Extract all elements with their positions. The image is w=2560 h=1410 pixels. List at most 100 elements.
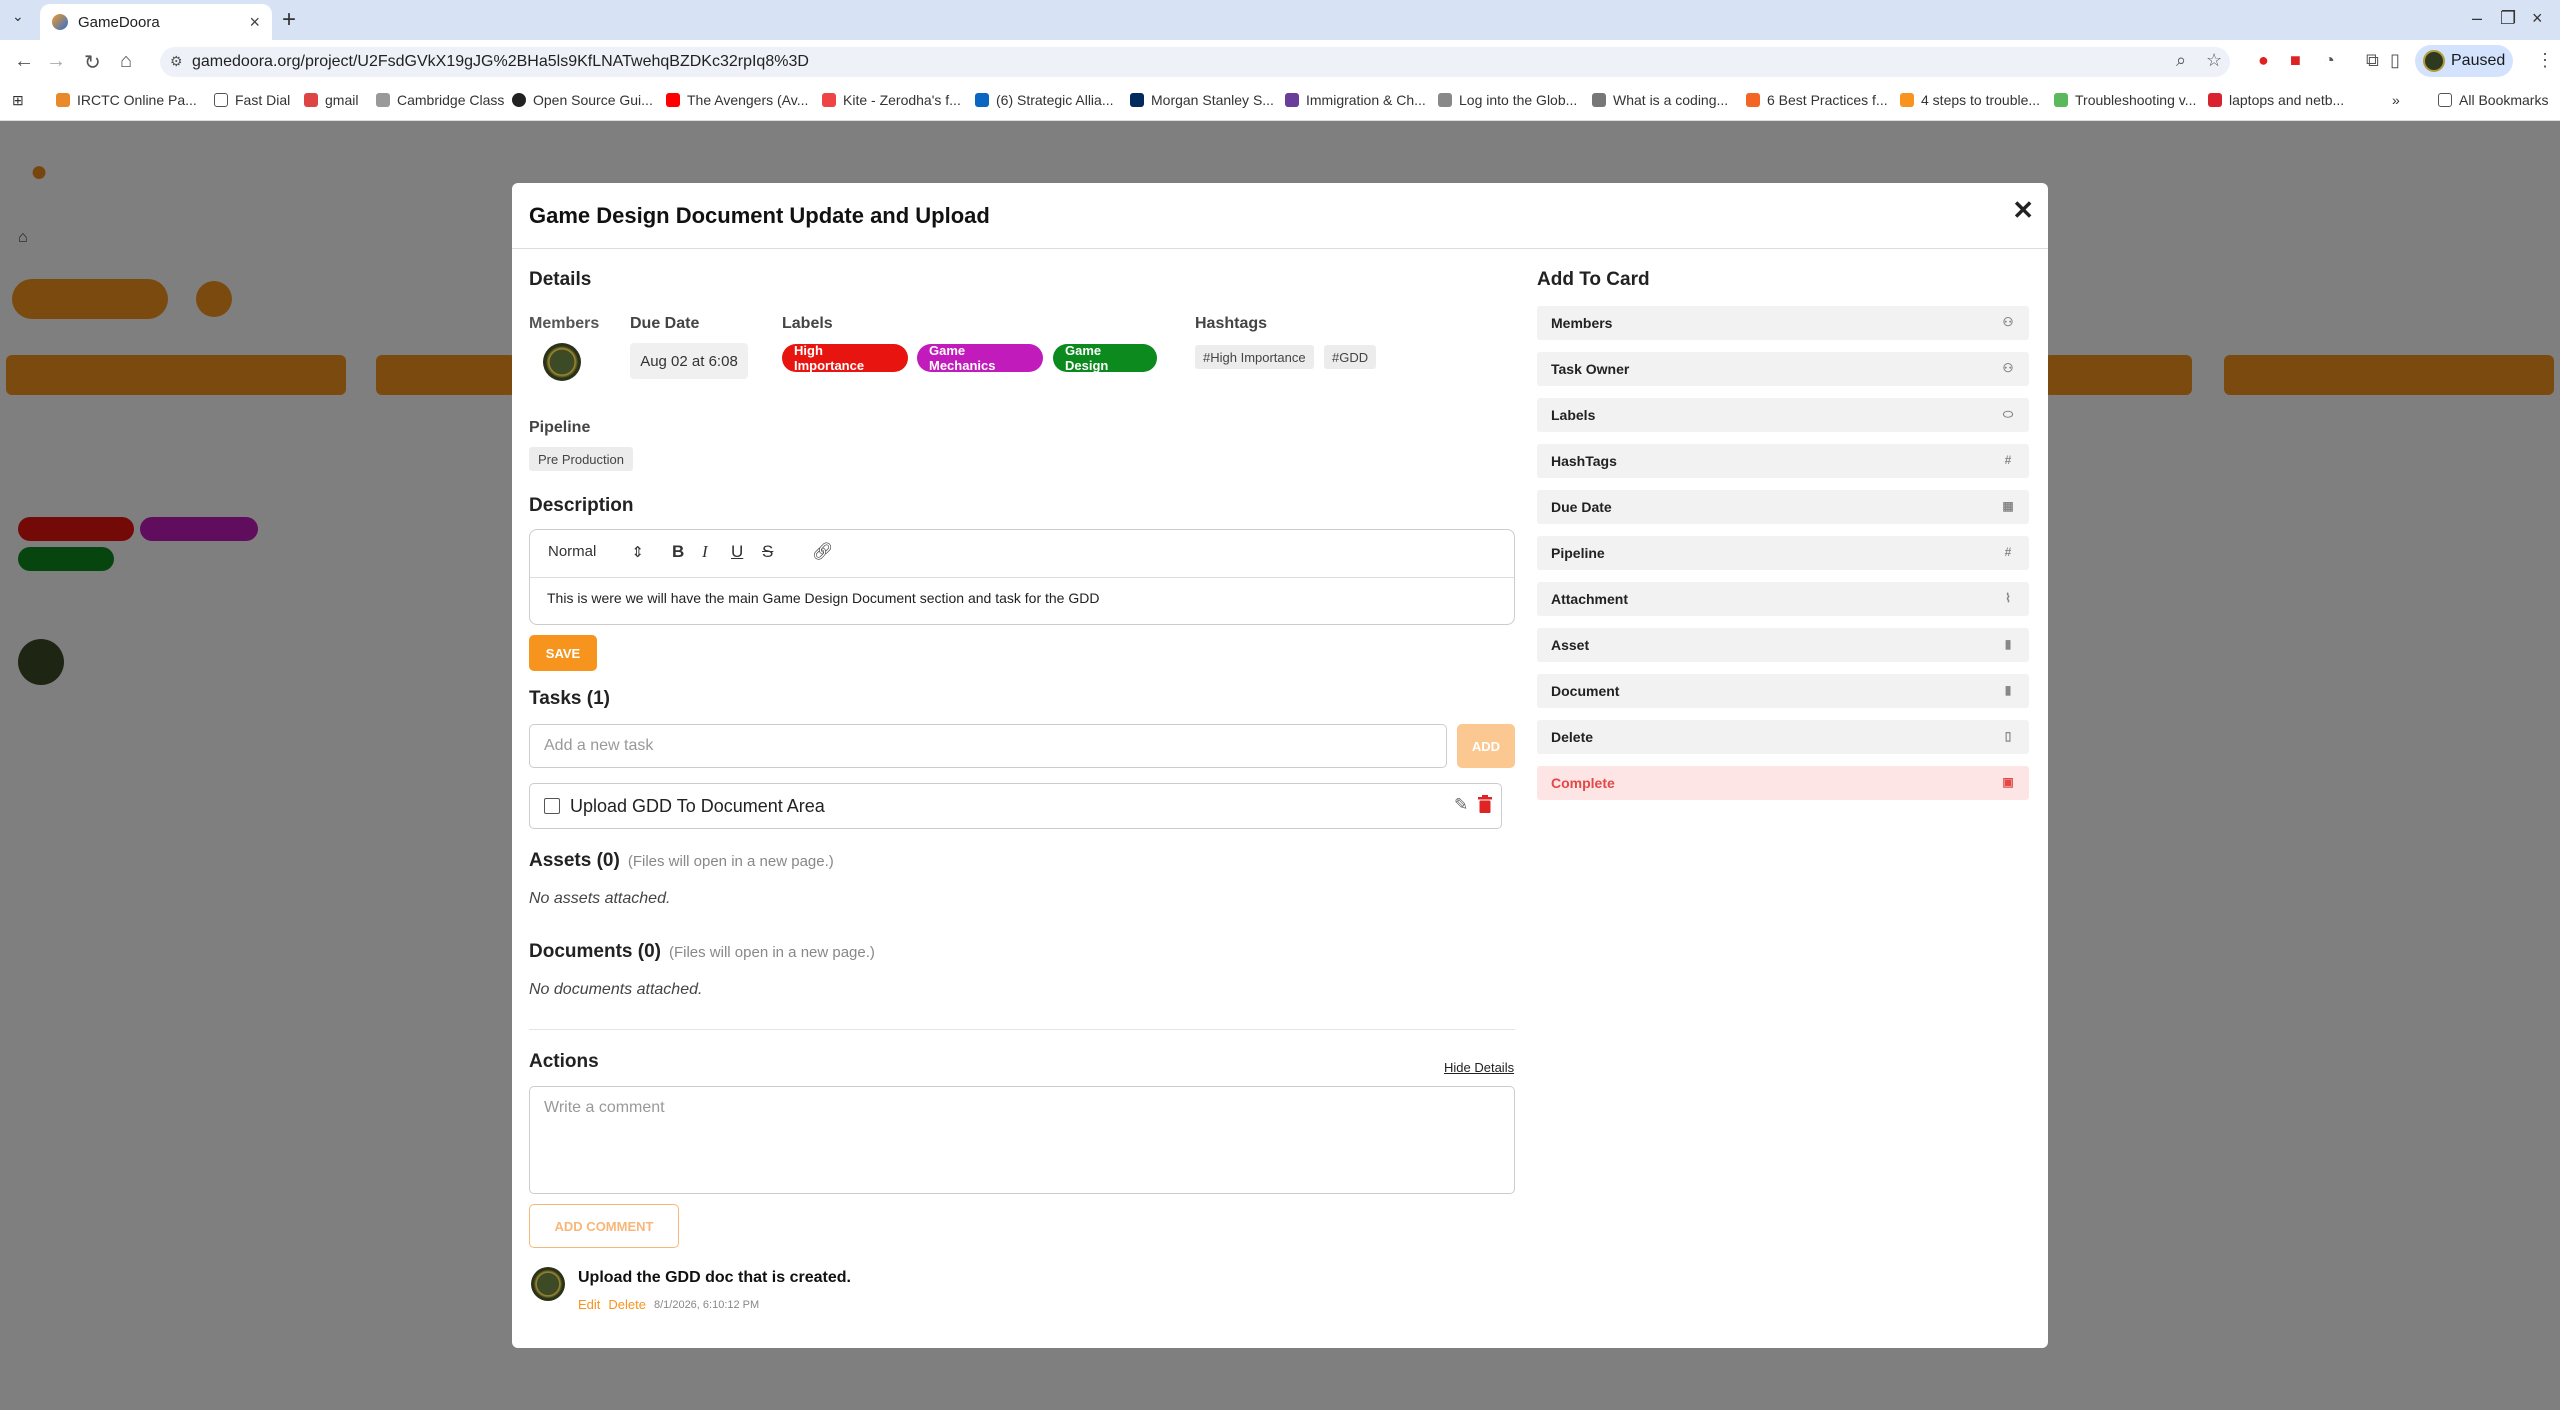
description-text[interactable]: This is were we will have the main Game … bbox=[547, 590, 1099, 606]
bookmark-star-icon[interactable]: ☆ bbox=[2206, 50, 2222, 71]
bookmark-item[interactable]: Open Source Gui... bbox=[512, 92, 653, 108]
site-favicon-icon bbox=[52, 14, 68, 30]
home-icon[interactable]: ⌂ bbox=[120, 50, 132, 73]
apps-grid-icon[interactable]: ⊞ bbox=[12, 92, 24, 109]
comment-author-avatar bbox=[531, 1267, 565, 1301]
task-text: Upload GDD To Document Area bbox=[570, 796, 825, 816]
chevron-updown-icon: ⇕ bbox=[631, 544, 644, 561]
text-format-select[interactable]: Normal ⇕ bbox=[548, 543, 644, 561]
delete-card-button[interactable]: Delete ▯ bbox=[1537, 720, 2029, 754]
add-hashtags-button[interactable]: HashTags # bbox=[1537, 444, 2029, 478]
trash-icon[interactable] bbox=[1478, 795, 1492, 813]
extensions-puzzle-icon[interactable]: ⧉ bbox=[2366, 50, 2379, 71]
add-comment-button[interactable]: ADD COMMENT bbox=[529, 1204, 679, 1248]
address-bar[interactable]: ⚙ gamedoora.org/project/U2FsdGVkX19gJG%2… bbox=[160, 47, 2230, 77]
tag-icon: ⬭ bbox=[2002, 407, 2014, 421]
site-info-icon[interactable]: ⚙ bbox=[170, 53, 183, 70]
new-task-input[interactable]: Add a new task bbox=[529, 724, 1447, 768]
modal-title: Game Design Document Update and Upload bbox=[529, 203, 990, 228]
strikethrough-icon[interactable]: S bbox=[762, 542, 773, 562]
back-icon[interactable]: ← bbox=[14, 50, 34, 73]
tab-close-icon[interactable]: × bbox=[249, 12, 260, 33]
hashtags-label: Hashtags bbox=[1195, 315, 1268, 332]
browser-tab[interactable]: GameDoora × bbox=[40, 4, 272, 40]
save-button[interactable]: SAVE bbox=[529, 635, 597, 671]
all-bookmarks[interactable]: All Bookmarks bbox=[2438, 92, 2548, 108]
underline-icon[interactable]: U bbox=[731, 542, 743, 562]
member-avatar[interactable] bbox=[543, 343, 581, 381]
close-icon[interactable]: ✕ bbox=[2012, 195, 2034, 226]
add-task-owner-button[interactable]: Task Owner ⚇ bbox=[1537, 352, 2029, 386]
bookmark-item[interactable]: What is a coding... bbox=[1592, 92, 1728, 108]
bookmark-item[interactable]: (6) Strategic Allia... bbox=[975, 92, 1114, 108]
tab-title: GameDoora bbox=[78, 13, 160, 31]
profile-button[interactable]: Paused bbox=[2415, 45, 2513, 77]
clipboard-check-icon: ▣ bbox=[2002, 775, 2014, 789]
description-heading: Description bbox=[529, 495, 634, 516]
extension-icon[interactable]: ◔ bbox=[2324, 50, 2335, 71]
add-members-button[interactable]: Members ⚇ bbox=[1537, 306, 2029, 340]
bookmark-item[interactable]: 4 steps to trouble... bbox=[1900, 92, 2040, 108]
card-detail-modal: Game Design Document Update and Upload ✕… bbox=[512, 183, 2048, 1348]
forward-icon[interactable]: → bbox=[46, 50, 66, 73]
add-asset-button[interactable]: Asset ▮ bbox=[1537, 628, 2029, 662]
add-pipeline-button[interactable]: Pipeline # bbox=[1537, 536, 2029, 570]
details-heading: Details bbox=[529, 269, 592, 290]
hide-details-link[interactable]: Hide Details bbox=[1444, 1060, 1514, 1075]
add-attachment-button[interactable]: Attachment ⌇ bbox=[1537, 582, 2029, 616]
comment-delete-link[interactable]: Delete bbox=[608, 1297, 646, 1312]
comment-text: Upload the GDD doc that is created. bbox=[578, 1269, 851, 1286]
new-tab-icon[interactable]: + bbox=[282, 6, 296, 34]
bookmark-item[interactable]: Log into the Glob... bbox=[1438, 92, 1577, 108]
bookmark-item[interactable]: Troubleshooting v... bbox=[2054, 92, 2196, 108]
pencil-icon[interactable]: ✎ bbox=[1454, 795, 1468, 815]
bookmark-item[interactable]: Immigration & Ch... bbox=[1285, 92, 1426, 108]
pipeline-chip[interactable]: Pre Production bbox=[529, 447, 633, 471]
bookmark-item[interactable]: The Avengers (Av... bbox=[666, 92, 808, 108]
link-icon[interactable]: 🔗︎ bbox=[812, 542, 834, 562]
bookmark-item[interactable]: Fast Dial bbox=[214, 92, 290, 108]
add-task-button[interactable]: ADD bbox=[1457, 724, 1515, 768]
hashtag-chip[interactable]: #GDD bbox=[1324, 345, 1377, 369]
bookmark-item[interactable]: Kite - Zerodha's f... bbox=[822, 92, 961, 108]
menu-kebab-icon[interactable]: ⋮ bbox=[2536, 50, 2554, 71]
pipeline-label: Pipeline bbox=[529, 419, 591, 436]
bookmark-item[interactable]: IRCTC Online Pa... bbox=[56, 92, 197, 108]
label-chip-game-design[interactable]: Game Design bbox=[1053, 343, 1157, 373]
task-checkbox[interactable] bbox=[544, 798, 560, 814]
comment-edit-link[interactable]: Edit bbox=[578, 1297, 600, 1312]
hashtag-chip[interactable]: #High Importance bbox=[1195, 345, 1314, 369]
side-panel-icon[interactable]: ▯ bbox=[2390, 50, 2400, 71]
members-label: Members bbox=[529, 315, 600, 332]
window-close-icon[interactable]: × bbox=[2532, 8, 2543, 29]
comment-timestamp: 8/1/2026, 6:10:12 PM bbox=[653, 1298, 760, 1311]
comment-input[interactable]: Write a comment bbox=[529, 1086, 1515, 1194]
add-due-date-button[interactable]: Due Date ▦ bbox=[1537, 490, 2029, 524]
bookmark-item[interactable]: gmail bbox=[304, 92, 358, 108]
labels-label: Labels bbox=[782, 315, 833, 332]
add-labels-button[interactable]: Labels ⬭ bbox=[1537, 398, 2029, 432]
more-bookmarks-icon[interactable]: » bbox=[2392, 92, 2400, 108]
minimize-icon[interactable]: – bbox=[2472, 8, 2482, 29]
due-date-chip[interactable]: Aug 02 at 6:08 bbox=[630, 343, 748, 379]
task-item: Upload GDD To Document Area ✎ bbox=[529, 783, 1502, 829]
tab-search-icon[interactable]: ⌄ bbox=[12, 8, 24, 25]
bookmark-item[interactable]: 6 Best Practices f... bbox=[1746, 92, 1888, 108]
label-chip-game-mechanics[interactable]: Game Mechanics bbox=[917, 343, 1043, 373]
italic-icon[interactable]: I bbox=[702, 542, 708, 562]
calendar-icon: ▦ bbox=[2002, 499, 2014, 513]
complete-card-button[interactable]: Complete ▣ bbox=[1537, 766, 2029, 800]
comment-meta: Edit Delete 8/1/2026, 6:10:12 PM bbox=[578, 1297, 759, 1312]
reload-icon[interactable]: ↻ bbox=[84, 50, 101, 75]
bookmark-item[interactable]: Morgan Stanley S... bbox=[1130, 92, 1274, 108]
bold-icon[interactable]: B bbox=[672, 542, 684, 562]
zoom-icon[interactable]: ⌕ bbox=[2176, 50, 2186, 71]
record-icon[interactable]: ■ bbox=[2290, 50, 2301, 71]
add-document-button[interactable]: Document ▮ bbox=[1537, 674, 2029, 708]
bookmark-item[interactable]: laptops and netb... bbox=[2208, 92, 2344, 108]
profile-avatar bbox=[2423, 50, 2445, 72]
extension-icon[interactable]: ● bbox=[2258, 50, 2269, 71]
bookmark-item[interactable]: Cambridge Class bbox=[376, 92, 504, 108]
restore-icon[interactable]: ❐ bbox=[2500, 8, 2516, 29]
label-chip-high-importance[interactable]: High Importance bbox=[782, 343, 908, 373]
